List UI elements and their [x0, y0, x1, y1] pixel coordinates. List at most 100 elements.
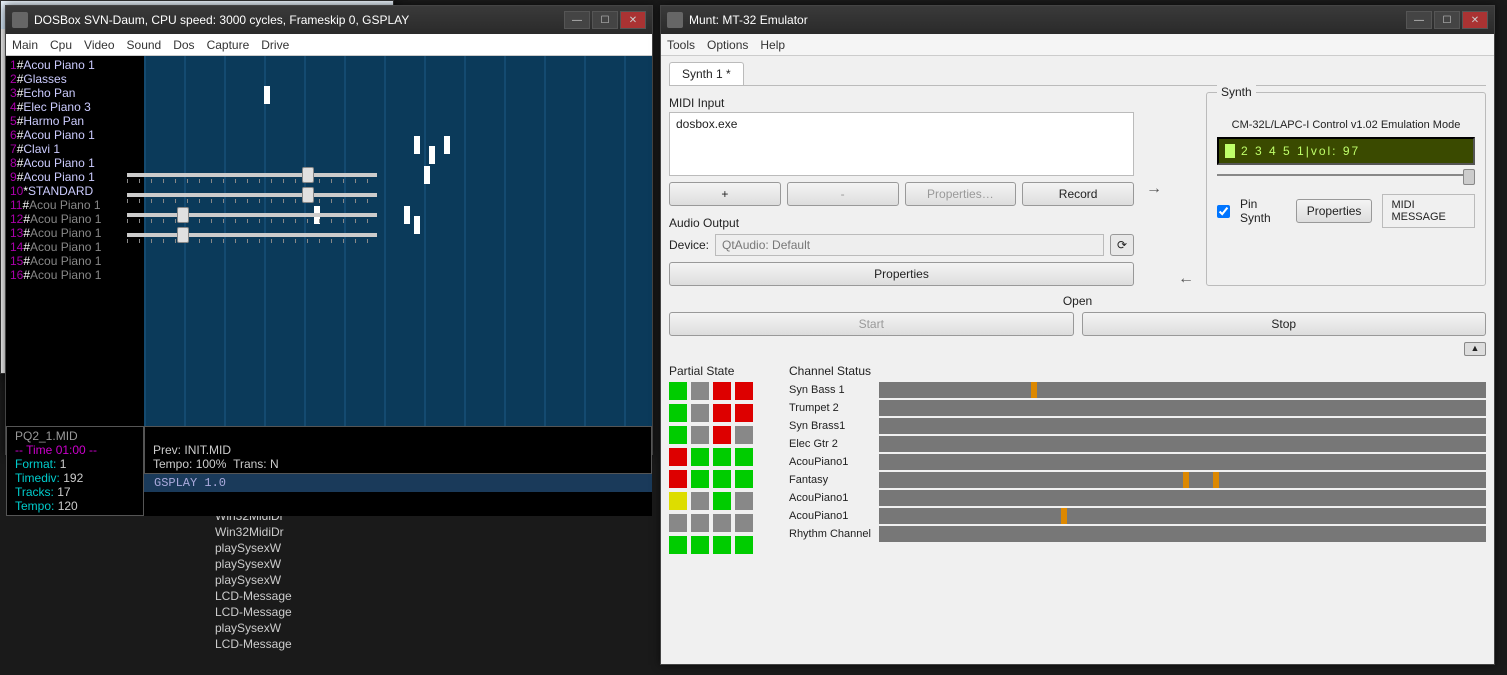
channel-row: 16#Acou Piano 1: [10, 268, 140, 282]
channel-row: 11#Acou Piano 1: [10, 198, 140, 212]
partial-cell: [669, 448, 687, 466]
channel-status-row: Syn Brass1: [789, 418, 1486, 434]
partial-cell: [735, 426, 753, 444]
midi-properties-button[interactable]: Properties…: [905, 182, 1017, 206]
munt-title: Munt: MT-32 Emulator: [689, 13, 1406, 27]
menu-dos[interactable]: Dos: [173, 38, 194, 52]
audio-output-label: Audio Output: [669, 216, 1134, 230]
channel-status-row: AcouPiano1: [789, 454, 1486, 470]
partial-cell: [691, 514, 709, 532]
menu-tools[interactable]: Tools: [667, 38, 695, 52]
arrow-right-icon: →: [1142, 180, 1166, 198]
partial-cell: [669, 382, 687, 400]
refresh-icon[interactable]: ⟳: [1110, 234, 1134, 256]
channel-status-label: Channel Status: [789, 364, 1486, 378]
maximize-button[interactable]: ☐: [592, 11, 618, 29]
channel-row: 9#Acou Piano 1: [10, 170, 140, 184]
partial-cell: [713, 448, 731, 466]
partial-state-label: Partial State: [669, 364, 769, 378]
stop-button[interactable]: Stop: [1082, 312, 1487, 336]
reverb-output-gain-slider[interactable]: [127, 233, 377, 237]
channel-status-row: Rhythm Channel: [789, 526, 1486, 542]
channel-row: 5#Harmo Pan: [10, 114, 140, 128]
maximize-button[interactable]: ☐: [1434, 11, 1460, 29]
munt-titlebar[interactable]: Munt: MT-32 Emulator — ☐ ✕: [661, 6, 1494, 34]
midi-remove-button[interactable]: -: [787, 182, 899, 206]
midi-input-list[interactable]: dosbox.exe: [669, 112, 1134, 176]
partial-cell: [691, 470, 709, 488]
close-button[interactable]: ✕: [1462, 11, 1488, 29]
reverb-time-slider[interactable]: [127, 173, 377, 177]
gsplay-status: PQ2_1.MID -- Time 01:00 -- Format: 1 Tim…: [6, 426, 652, 516]
menu-options[interactable]: Options: [707, 38, 748, 52]
gsplay-version: GSPLAY 1.0: [144, 474, 652, 492]
menu-sound[interactable]: Sound: [127, 38, 162, 52]
channel-status-row: Elec Gtr 2: [789, 436, 1486, 452]
menu-cpu[interactable]: Cpu: [50, 38, 72, 52]
midi-add-button[interactable]: +: [669, 182, 781, 206]
synth-properties-button[interactable]: Properties: [1296, 199, 1373, 223]
minimize-button[interactable]: —: [564, 11, 590, 29]
partial-cell: [669, 536, 687, 554]
synth-panel: Synth CM-32L/LAPC-I Control v1.02 Emulat…: [1206, 92, 1486, 286]
close-button[interactable]: ✕: [620, 11, 646, 29]
dosbox-app-icon: [12, 12, 28, 28]
partial-cell: [735, 382, 753, 400]
menu-help[interactable]: Help: [760, 38, 785, 52]
partial-cell: [735, 536, 753, 554]
partial-cell: [735, 514, 753, 532]
channel-list: 1#Acou Piano 12#Glasses3#Echo Pan4#Elec …: [6, 56, 144, 426]
partial-cell: [691, 382, 709, 400]
reverb-level-slider[interactable]: [127, 193, 377, 197]
pin-synth-checkbox[interactable]: Pin Synth: [1217, 197, 1286, 225]
record-button[interactable]: Record: [1022, 182, 1134, 206]
volume-slider[interactable]: [1217, 171, 1475, 179]
dosbox-window: DOSBox SVN-Daum, CPU speed: 3000 cycles,…: [5, 5, 653, 455]
device-label: Device:: [669, 238, 709, 252]
partial-cell: [713, 514, 731, 532]
channel-row: 8#Acou Piano 1: [10, 156, 140, 170]
channel-status-row: Trumpet 2: [789, 400, 1486, 416]
minimize-button[interactable]: —: [1406, 11, 1432, 29]
menu-main[interactable]: Main: [12, 38, 38, 52]
channel-row: 1#Acou Piano 1: [10, 58, 140, 72]
partial-cell: [669, 514, 687, 532]
partial-cell: [735, 448, 753, 466]
device-select[interactable]: QtAudio: Default: [715, 234, 1104, 256]
channel-status-row: Fantasy: [789, 472, 1486, 488]
partial-cell: [735, 404, 753, 422]
midi-input-label: MIDI Input: [669, 96, 1134, 110]
partial-cell: [691, 448, 709, 466]
menu-capture[interactable]: Capture: [207, 38, 250, 52]
channel-row: 14#Acou Piano 1: [10, 240, 140, 254]
channel-row: 2#Glasses: [10, 72, 140, 86]
munt-menubar: Tools Options Help: [661, 34, 1494, 56]
channel-row: 3#Echo Pan: [10, 86, 140, 100]
menu-video[interactable]: Video: [84, 38, 114, 52]
partial-state-grid: [669, 382, 769, 554]
partial-cell: [713, 492, 731, 510]
partial-cell: [713, 470, 731, 488]
audio-properties-button[interactable]: Properties: [669, 262, 1134, 286]
status-file: PQ2_1.MID: [15, 429, 135, 443]
midi-message-display: MIDI MESSAGE: [1382, 194, 1475, 228]
partial-cell: [713, 426, 731, 444]
output-gain-slider[interactable]: [127, 213, 377, 217]
partial-cell: [713, 404, 731, 422]
channel-status-row: AcouPiano1: [789, 490, 1486, 506]
channel-row: 13#Acou Piano 1: [10, 226, 140, 240]
munt-window: Munt: MT-32 Emulator — ☐ ✕ Tools Options H…: [660, 5, 1495, 665]
tab-synth1[interactable]: Synth 1 *: [669, 62, 744, 85]
partial-cell: [691, 536, 709, 554]
synth-lcd: 2 3 4 5 1|vol: 97: [1217, 137, 1475, 165]
channel-row: 15#Acou Piano 1: [10, 254, 140, 268]
partial-cell: [713, 382, 731, 400]
lcd-title: CM-32L/LAPC-I Control v1.02 Emulation Mo…: [1217, 119, 1475, 131]
dosbox-title: DOSBox SVN-Daum, CPU speed: 3000 cycles,…: [34, 13, 564, 27]
menu-drive[interactable]: Drive: [261, 38, 289, 52]
start-button[interactable]: Start: [669, 312, 1074, 336]
dosbox-titlebar[interactable]: DOSBox SVN-Daum, CPU speed: 3000 cycles,…: [6, 6, 652, 34]
collapse-icon[interactable]: ▲: [1464, 342, 1486, 356]
channel-status-row: Syn Bass 1: [789, 382, 1486, 398]
partial-cell: [669, 426, 687, 444]
